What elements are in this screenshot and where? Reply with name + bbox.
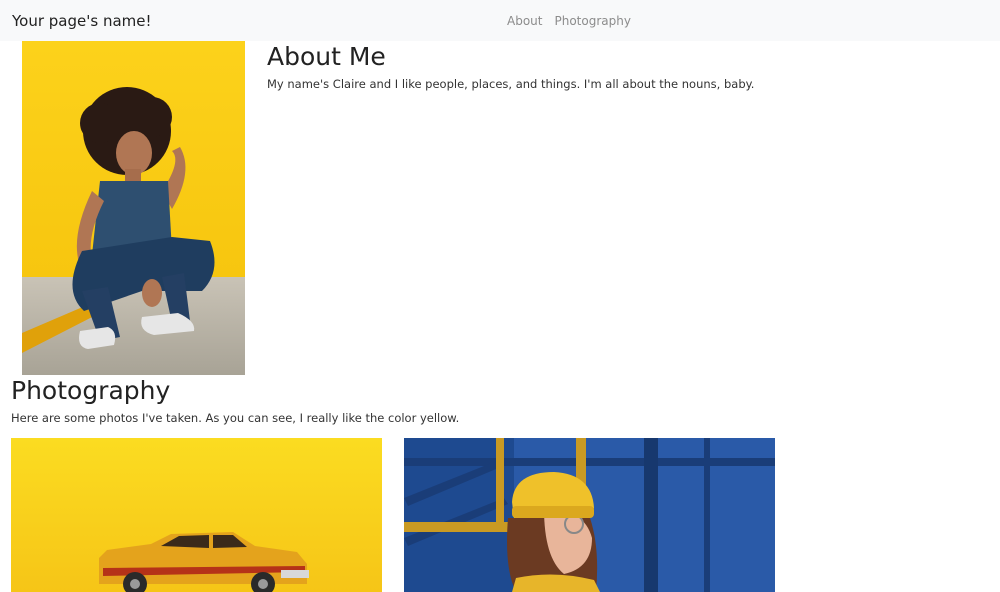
photography-text: Here are some photos I've taken. As you … [11, 411, 460, 425]
nav-links: About Photography [507, 13, 631, 29]
nav-link-photography[interactable]: Photography [554, 13, 630, 29]
about-text: My name's Claire and I like people, plac… [267, 77, 755, 91]
photo-yellow-beanie [404, 438, 775, 592]
about-title: About Me [267, 42, 386, 71]
portrait-image [22, 41, 245, 375]
photo-yellow-car [11, 438, 382, 592]
nav-link-about[interactable]: About [507, 13, 542, 29]
photography-title: Photography [11, 376, 171, 405]
navbar: Your page's name! About Photography [0, 0, 1000, 41]
brand-link[interactable]: Your page's name! [12, 11, 152, 31]
